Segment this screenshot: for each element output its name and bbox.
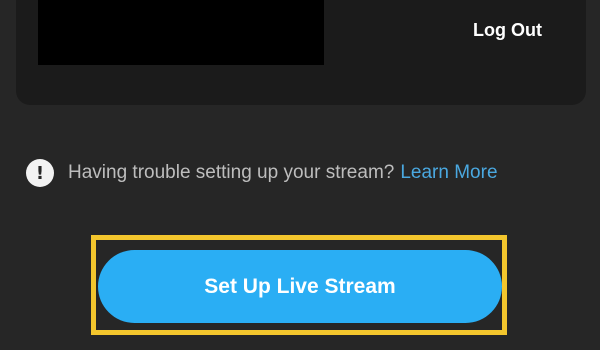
help-notice: ! Having trouble setting up your stream?…	[26, 158, 498, 188]
exclamation-circle-icon: !	[26, 159, 54, 187]
set-up-live-stream-button[interactable]: Set Up Live Stream	[98, 250, 502, 323]
account-card: Log Out	[16, 0, 586, 105]
stream-settings-page: Log Out ! Having trouble setting up your…	[0, 0, 600, 350]
logout-button[interactable]: Log Out	[473, 20, 542, 41]
help-message: Having trouble setting up your stream?	[68, 162, 395, 183]
redacted-account-info	[38, 0, 324, 65]
learn-more-link[interactable]: Learn More	[400, 162, 497, 184]
